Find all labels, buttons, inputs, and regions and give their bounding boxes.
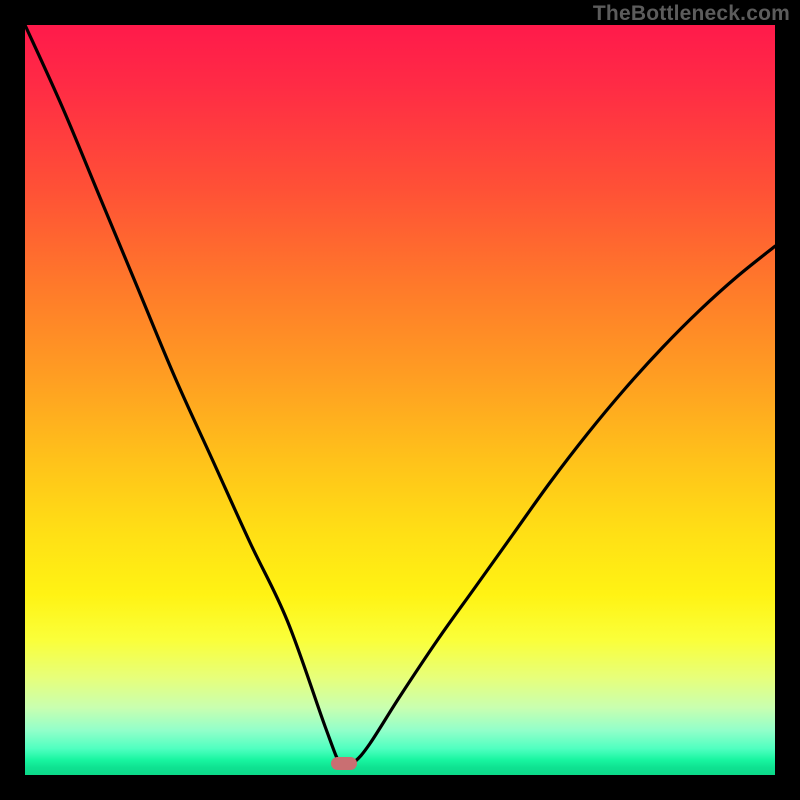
watermark-text: TheBottleneck.com: [593, 2, 790, 26]
plot-area: [25, 25, 775, 775]
optimum-marker: [331, 757, 357, 770]
chart-frame: TheBottleneck.com: [0, 0, 800, 800]
bottleneck-curve: [25, 25, 775, 775]
